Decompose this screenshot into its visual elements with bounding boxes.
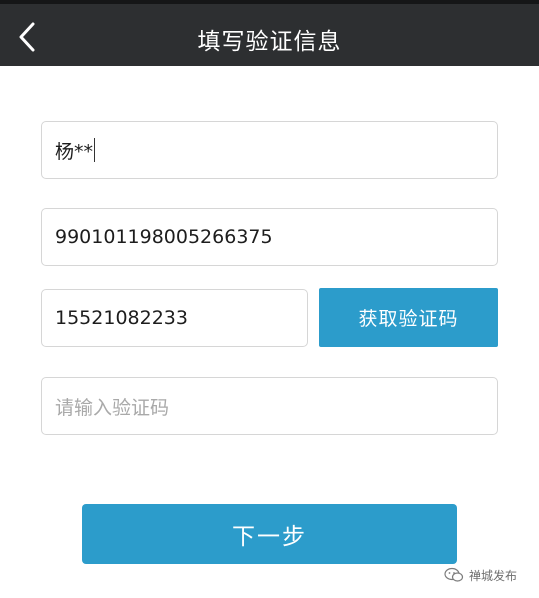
top-navigation-bar: 填写验证信息	[0, 0, 539, 66]
next-step-button[interactable]: 下一步	[82, 504, 457, 564]
next-step-button-label: 下一步	[232, 524, 307, 550]
text-cursor	[94, 138, 96, 162]
get-code-button-label: 获取验证码	[358, 308, 459, 330]
verification-code-placeholder: 请输入验证码	[55, 396, 170, 419]
watermark-text: 禅城发布	[469, 568, 518, 583]
watermark: 禅城发布	[444, 563, 517, 587]
phone-field-value: 15521082233	[55, 307, 188, 329]
page-title: 填写验证信息	[197, 29, 342, 55]
id-number-field[interactable]: 990101198005266375	[41, 208, 498, 266]
id-number-field-value: 990101198005266375	[55, 226, 273, 248]
name-field-value: 杨**	[55, 140, 94, 163]
get-code-button[interactable]: 获取验证码	[319, 288, 498, 347]
name-field[interactable]: 杨**	[41, 121, 498, 179]
wechat-icon	[444, 567, 464, 582]
phone-field[interactable]: 15521082233	[41, 289, 308, 347]
verification-code-input[interactable]: 请输入验证码	[41, 377, 498, 435]
